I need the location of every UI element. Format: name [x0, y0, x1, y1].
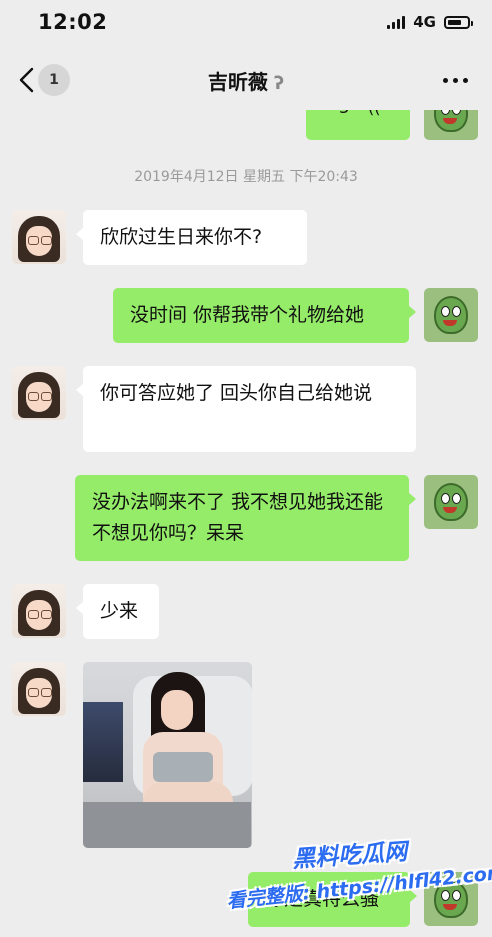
message-bubble[interactable]: 你是真特么骚	[248, 872, 417, 927]
image-message[interactable]	[83, 662, 252, 848]
chat-title-text: 吉昕薇	[207, 70, 268, 94]
more-dots-icon[interactable]	[443, 78, 468, 83]
message-bubble[interactable]: 没办法啊来不了 我不想见她我还能不想见你吗？呆呆	[75, 475, 416, 561]
message-timestamp: 2019年4月12日 星期五 下午20:43	[134, 169, 358, 185]
chat-title: 吉昕薇 ʔ	[0, 66, 492, 95]
contact-avatar[interactable]	[12, 662, 66, 716]
chat-area[interactable]: 3" ((· 2019年4月12日 星期五 下午20:43 欣欣过生日来你不? …	[0, 110, 492, 937]
message-bubble[interactable]: 欣欣过生日来你不?	[76, 210, 307, 265]
message-bubble[interactable]: 你可答应她了 回头你自己给她说	[76, 366, 416, 452]
my-avatar[interactable]	[424, 110, 478, 140]
my-avatar[interactable]	[424, 475, 478, 529]
network-label: 4G	[413, 13, 436, 31]
signal-icon	[387, 15, 406, 29]
nav-bar: 1 吉昕薇 ʔ	[0, 48, 492, 110]
my-avatar[interactable]	[424, 872, 478, 926]
voice-duration: 3"	[339, 110, 357, 117]
voice-message[interactable]: 3" ((·	[306, 110, 410, 140]
ear-icon: ʔ	[273, 73, 285, 94]
contact-avatar[interactable]	[12, 584, 66, 638]
message-bubble[interactable]: 少来	[76, 584, 159, 639]
status-time: 12:02	[38, 10, 108, 34]
status-bar: 12:02 4G	[0, 0, 492, 44]
voice-wave-icon: ((·	[368, 110, 386, 117]
contact-avatar[interactable]	[12, 210, 66, 264]
contact-avatar[interactable]	[12, 366, 66, 420]
message-bubble[interactable]: 没时间 你帮我带个礼物给她	[113, 288, 416, 343]
status-indicators: 4G	[387, 13, 473, 31]
battery-icon	[444, 15, 473, 29]
my-avatar[interactable]	[424, 288, 478, 342]
